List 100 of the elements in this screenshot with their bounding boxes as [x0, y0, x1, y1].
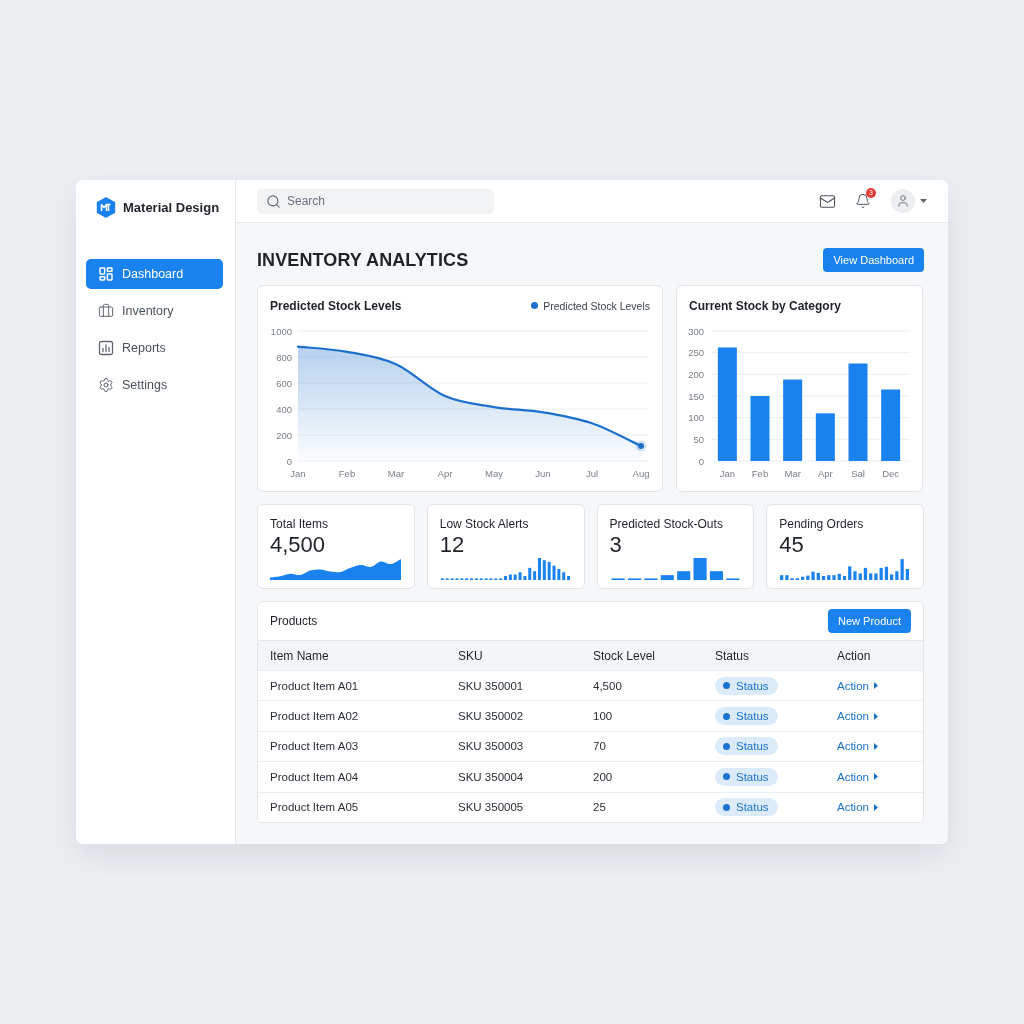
x-axis-label: Jan	[719, 468, 735, 479]
briefcase-icon	[98, 303, 114, 319]
settings-icon	[98, 377, 114, 393]
y-axis-label: 300	[688, 325, 704, 337]
status-text: Status	[736, 679, 769, 692]
x-axis-label: Feb	[338, 468, 356, 479]
y-axis-label: 150	[688, 390, 704, 402]
status-dot-icon	[723, 803, 730, 811]
table-cell: SKU 350001	[458, 679, 524, 692]
chart-title: Current Stock by Category	[689, 298, 842, 313]
search-field[interactable]: Search	[257, 188, 494, 214]
status-text: Status	[736, 710, 769, 723]
bar	[815, 413, 835, 461]
x-axis-label: Dec	[882, 468, 900, 479]
x-axis-label: Jul	[585, 468, 599, 479]
legend-dot-icon	[531, 302, 539, 309]
user-avatar-icon[interactable]	[891, 189, 915, 213]
sidebar-item[interactable]: Inventory	[86, 296, 223, 326]
status-dot-icon	[723, 712, 730, 720]
mini-bar	[906, 569, 910, 580]
brand-name: Material Design	[123, 199, 220, 215]
y-axis-label: 1000	[270, 325, 292, 337]
new-product-button[interactable]: New Product	[828, 609, 911, 633]
table-cell: Product Item A05	[270, 801, 359, 814]
status-dot-icon	[723, 773, 730, 781]
y-axis-label: 100	[688, 412, 704, 424]
x-axis-label: Sal	[851, 468, 865, 479]
table-cell: SKU 350002	[458, 710, 524, 723]
y-axis-label: 200	[688, 368, 704, 380]
kpi-value: 3	[609, 533, 623, 557]
end-point-marker	[635, 440, 647, 452]
page-title: INVENTORY ANALYTICS	[257, 249, 469, 271]
logo-icon	[96, 196, 116, 218]
mail-icon[interactable]	[819, 192, 836, 210]
y-axis-label: 200	[276, 429, 292, 441]
table-cell: 25	[593, 801, 606, 814]
x-axis-label: May	[485, 468, 503, 479]
x-axis-label: Jun	[535, 468, 551, 479]
x-axis-label: Apr	[817, 468, 833, 479]
sidebar-item[interactable]: Dashboard	[86, 259, 223, 289]
sidebar-item[interactable]: Reports	[86, 333, 223, 363]
table-cell: SKU 350005	[458, 801, 524, 814]
column-header: Item Name	[270, 648, 329, 663]
bar	[750, 396, 770, 461]
column-header: Action	[837, 648, 871, 663]
status-text: Status	[736, 801, 769, 814]
x-axis-label: Aug	[632, 468, 650, 479]
x-axis-label: Feb	[751, 468, 769, 479]
y-axis-label: 400	[276, 403, 292, 415]
y-axis-label: 0	[286, 455, 292, 467]
view-dashboard-button[interactable]: View Dashboard	[823, 248, 924, 272]
kpi-label: Total Items	[270, 516, 330, 532]
legend-label: Predicted Stock Levels	[543, 299, 650, 312]
action-link[interactable]: Action	[837, 710, 878, 723]
kpi-label: Predicted Stock-Outs	[609, 516, 724, 532]
action-link[interactable]: Action	[837, 801, 878, 814]
column-header: Status	[715, 648, 750, 663]
x-axis-label: Jan	[290, 468, 306, 479]
table-cell: Product Item A02	[270, 710, 359, 723]
caret-down-icon[interactable]	[920, 199, 927, 203]
action-link[interactable]: Action	[837, 679, 878, 692]
table-cell: 4,500	[593, 679, 622, 692]
caret-right-icon	[873, 682, 878, 690]
table-cell: 100	[593, 710, 613, 723]
chart-title: Predicted Stock Levels	[270, 298, 402, 313]
caret-right-icon	[873, 803, 878, 811]
y-axis-label: 250	[688, 347, 704, 359]
kpi-value: 12	[439, 533, 466, 557]
y-axis-label: 600	[276, 377, 292, 389]
table-cell: 70	[593, 740, 606, 753]
status-text: Status	[736, 740, 769, 753]
mini-bar	[709, 571, 723, 580]
kpi-label: Low Stock Alerts	[439, 516, 530, 532]
y-axis-label: 50	[693, 433, 704, 445]
table-cell: 200	[593, 770, 613, 783]
caret-right-icon	[873, 712, 878, 720]
action-link[interactable]: Action	[837, 740, 878, 753]
column-header: Stock Level	[593, 648, 656, 663]
caret-right-icon	[873, 773, 878, 781]
table-cell: Product Item A01	[270, 679, 359, 692]
table-cell: SKU 350004	[458, 770, 524, 783]
action-link[interactable]: Action	[837, 770, 878, 783]
status-dot-icon	[723, 682, 730, 690]
x-axis-label: Apr	[437, 468, 453, 479]
status-dot-icon	[723, 742, 730, 750]
status-text: Status	[736, 770, 769, 783]
notification-bell-icon[interactable]	[855, 193, 871, 209]
search-icon	[266, 193, 281, 209]
bar-chart-icon	[98, 340, 114, 356]
caret-right-icon	[873, 742, 878, 750]
column-header: SKU	[458, 648, 483, 663]
bar	[881, 389, 901, 461]
sidebar-item[interactable]: Settings	[86, 370, 223, 400]
kpi-value: 4,500	[270, 533, 327, 557]
table-cell: Product Item A03	[270, 740, 359, 753]
table-title: Products	[270, 614, 318, 628]
table-cell: Product Item A04	[270, 770, 359, 783]
x-axis-label: Mar	[784, 468, 801, 479]
kpi-value: 45	[779, 533, 805, 557]
dashboard-icon	[98, 266, 114, 282]
